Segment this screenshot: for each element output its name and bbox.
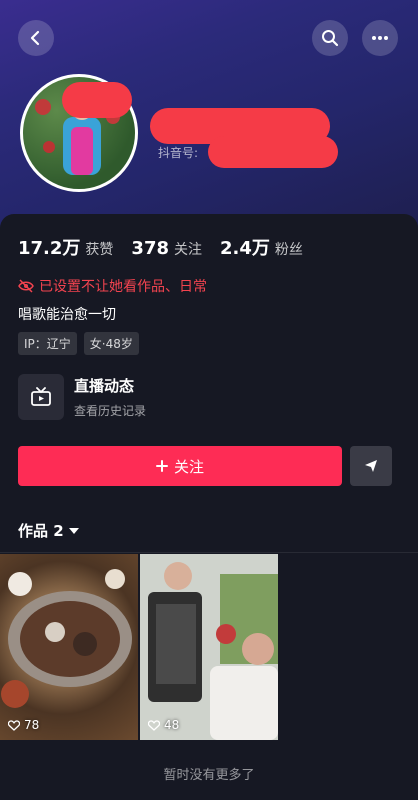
gender-age-tag: 女·48岁 [83,332,139,355]
live-text: 直播动态 查看历史记录 [74,375,146,419]
stat-followers[interactable]: 2.4万 粉丝 [220,234,303,260]
heart-icon [148,719,160,731]
stat-likes-label: 获赞 [85,242,114,258]
stat-following-label: 关注 [174,242,202,258]
douyin-id-redaction [208,136,338,168]
ip-location-tag: IP：辽宁 [18,332,77,355]
stats-row: 17.2万 获赞 378 关注 2.4万 粉丝 [18,234,303,260]
privacy-notice-text: 已设置不让她看作品、日常 [39,279,207,295]
stat-following[interactable]: 378 关注 [131,238,202,259]
video-thumbnail-1[interactable]: 78 [0,554,138,740]
stat-likes-value: 17.2万 [18,238,81,259]
profile-header: 抖音号: [0,0,418,230]
stat-likes[interactable]: 17.2万 获赞 [18,234,113,260]
douyin-id-label: 抖音号: [158,146,199,160]
profile-panel: 17.2万 获赞 378 关注 2.4万 粉丝 已设置不让她看作品、日常 唱歌能治愈一… [0,214,418,800]
tv-icon-container [18,374,64,420]
bio-text: 唱歌能治愈一切 [18,307,116,323]
thumbnail-image-hotpot [1,569,132,708]
stat-followers-label: 粉丝 [274,242,303,258]
live-history-entry[interactable]: 直播动态 查看历史记录 [18,374,146,420]
live-title: 直播动态 [74,377,135,395]
like-count-value-2: 48 [164,718,180,732]
video-thumbnail-2[interactable]: 48 [140,554,278,740]
plus-icon [155,460,168,472]
caret-down-icon [68,527,79,534]
no-more-content: 暂时没有更多了 [163,768,255,783]
like-count-value-1: 78 [24,718,40,732]
follow-button[interactable]: 关注 [18,446,342,486]
chevron-left-icon [30,30,40,46]
stat-followers-value: 2.4万 [220,238,270,259]
more-icon [372,36,388,40]
like-count-2: 48 [148,718,179,732]
tab-works[interactable]: 作品 2 [18,520,79,541]
live-subtitle: 查看历史记录 [74,404,147,418]
eye-off-icon [18,279,34,293]
heart-icon [8,719,20,731]
follow-label: 关注 [173,457,204,476]
works-tab-label: 作品 2 [18,522,64,540]
back-button[interactable] [18,20,54,56]
avatar-redaction [62,82,132,118]
works-divider [0,552,418,553]
tv-icon [31,387,51,406]
privacy-notice: 已设置不让她看作品、日常 [18,276,207,296]
more-button[interactable] [362,20,398,56]
search-icon [322,30,339,47]
like-count-1: 78 [8,718,39,732]
thumbnail-image-people [140,554,278,740]
search-button[interactable] [312,20,348,56]
share-icon [365,460,377,472]
profile-tags: IP：辽宁 女·48岁 [18,332,139,355]
stat-following-value: 378 [131,238,169,259]
share-button[interactable] [350,446,392,486]
